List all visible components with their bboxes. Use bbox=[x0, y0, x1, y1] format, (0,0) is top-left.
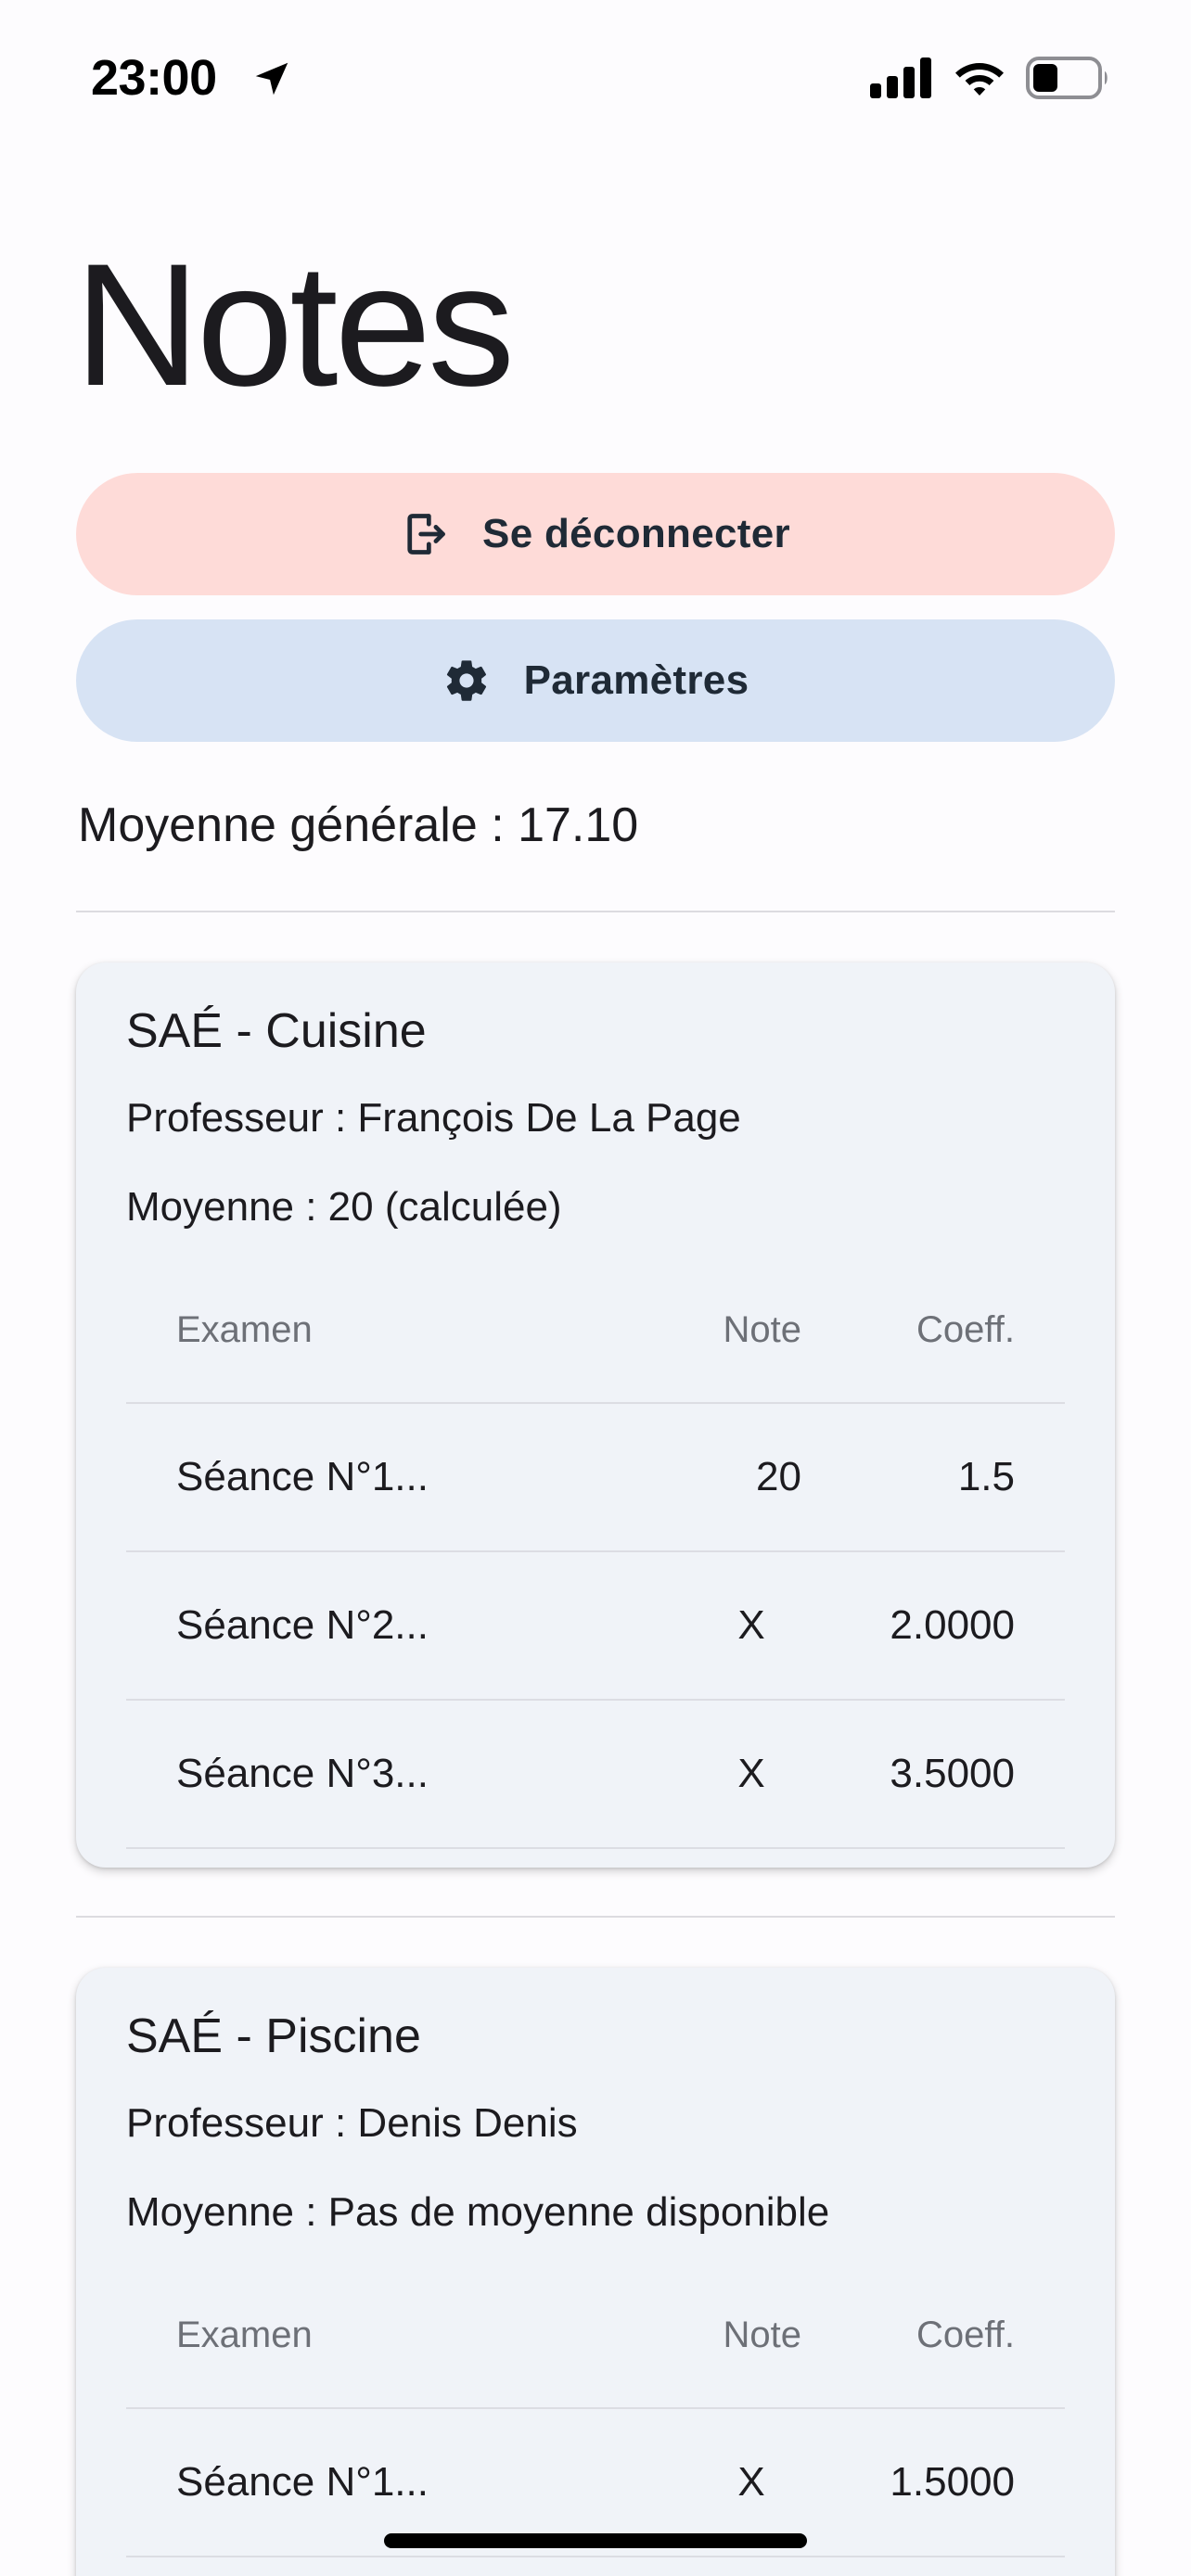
page-title: Notes bbox=[74, 227, 515, 422]
exam-note: X bbox=[737, 2459, 765, 2505]
subject-card-piscine: SAÉ - Piscine Professeur : Denis Denis M… bbox=[76, 1968, 1115, 2576]
header-exam: Examen bbox=[176, 1308, 313, 1350]
table-row[interactable]: Séance N°2... X 2.0000 bbox=[126, 1552, 1065, 1701]
settings-button[interactable]: Paramètres bbox=[76, 619, 1115, 742]
exam-name: Séance N°3... bbox=[176, 1751, 429, 1796]
logout-label: Se déconnecter bbox=[482, 511, 790, 556]
header-coeff: Coeff. bbox=[916, 2314, 1015, 2355]
header-coeff: Coeff. bbox=[916, 1308, 1015, 1350]
divider bbox=[76, 911, 1115, 912]
divider bbox=[76, 1916, 1115, 1918]
battery-icon bbox=[1026, 57, 1108, 99]
exam-name: Séance N°1... bbox=[176, 1454, 429, 1499]
subject-card-cuisine: SAÉ - Cuisine Professeur : François De L… bbox=[76, 963, 1115, 1868]
exam-name: Séance N°1... bbox=[176, 2459, 429, 2505]
subject-average: Moyenne : Pas de moyenne disponible bbox=[126, 2189, 830, 2235]
exam-name: Séance N°2... bbox=[176, 1602, 429, 1648]
header-note: Note bbox=[723, 2314, 802, 2355]
subject-title: SAÉ - Piscine bbox=[126, 2009, 421, 2063]
exam-coeff: 1.5 bbox=[957, 1454, 1015, 1499]
table-header: Examen Note Coeff. bbox=[126, 2263, 1065, 2409]
wifi-icon bbox=[955, 63, 1004, 96]
exam-note: X bbox=[737, 1751, 765, 1796]
table-header: Examen Note Coeff. bbox=[126, 1257, 1065, 1404]
exam-note: 20 bbox=[756, 1454, 801, 1499]
exam-coeff: 3.5000 bbox=[890, 1751, 1015, 1796]
settings-label: Paramètres bbox=[523, 657, 749, 703]
subject-average: Moyenne : 20 (calculée) bbox=[126, 1184, 562, 1230]
subject-title: SAÉ - Cuisine bbox=[126, 1004, 427, 1058]
subject-teacher: Professeur : Denis Denis bbox=[126, 2100, 578, 2146]
logout-icon bbox=[407, 514, 445, 555]
header-exam: Examen bbox=[176, 2314, 313, 2355]
logout-button[interactable]: Se déconnecter bbox=[76, 473, 1115, 595]
exam-note: X bbox=[737, 1602, 765, 1648]
status-bar: 23:00 bbox=[0, 0, 1191, 156]
exam-coeff: 2.0000 bbox=[890, 1602, 1015, 1648]
home-indicator[interactable] bbox=[384, 2533, 807, 2548]
overall-average: Moyenne générale : 17.10 bbox=[78, 798, 639, 852]
header-note: Note bbox=[723, 1308, 802, 1350]
gear-icon bbox=[446, 660, 486, 701]
exam-coeff: 1.5000 bbox=[890, 2459, 1015, 2505]
table-row[interactable]: Séance N°3... X 3.5000 bbox=[126, 1701, 1065, 1849]
cellular-signal-icon bbox=[870, 57, 931, 98]
grades-table: Examen Note Coeff. Séance N°1... 20 1.5 … bbox=[126, 1257, 1065, 1849]
subject-teacher: Professeur : François De La Page bbox=[126, 1095, 741, 1141]
location-arrow-icon bbox=[255, 62, 288, 96]
app-screen: 23:00 Notes Se déconnecter Paramètres Mo… bbox=[0, 0, 1191, 2576]
status-time: 23:00 bbox=[91, 50, 217, 106]
grades-table: Examen Note Coeff. Séance N°1... X 1.500… bbox=[126, 2263, 1065, 2557]
table-row[interactable]: Séance N°1... 20 1.5 bbox=[126, 1404, 1065, 1552]
